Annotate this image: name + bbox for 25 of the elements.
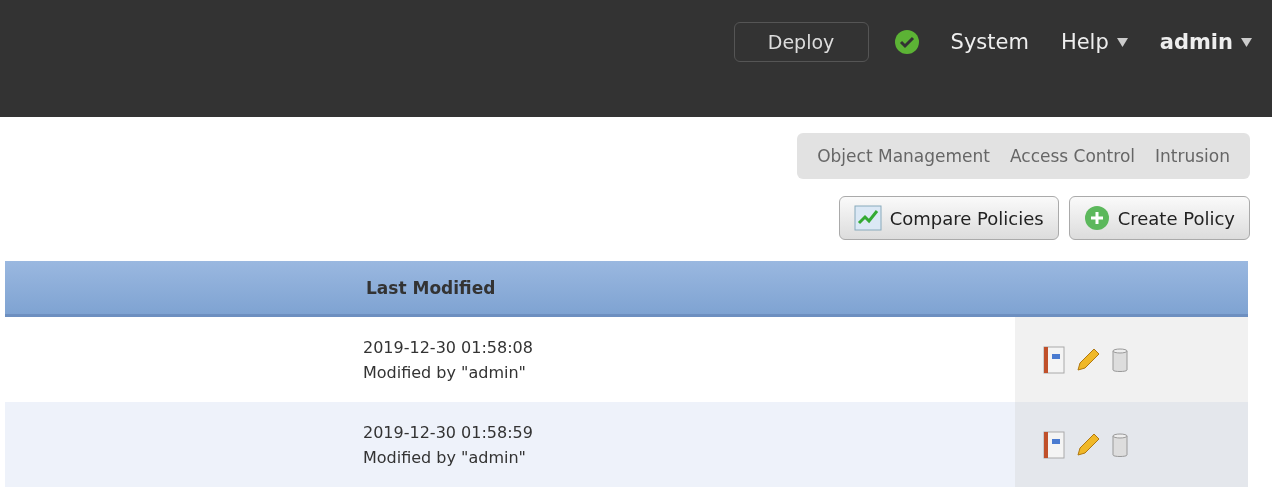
nav-link[interactable]: System [950,22,1029,62]
pencil-icon[interactable] [1075,431,1101,458]
compare-icon [853,205,882,231]
column-header: Last Modified [348,261,1015,317]
plus-icon [1083,205,1110,231]
trash-icon[interactable] [1111,431,1129,458]
pencil-icon[interactable] [1075,346,1101,373]
modified-by: Modified by "admin" [363,362,527,382]
report-icon[interactable] [1043,430,1065,459]
nav-link[interactable]: Help [1060,22,1128,62]
modified-by: Modified by "admin" [363,447,527,467]
sub-nav-link[interactable]: Object Management [817,146,990,166]
check-icon [894,30,919,54]
sub-nav-link[interactable]: Access Control [1009,146,1135,166]
create-policy-button[interactable]: Create Policy [1068,196,1250,240]
user-menu[interactable]: admin [1159,22,1252,62]
compare-policies-button[interactable]: Compare Policies [838,196,1059,240]
report-icon[interactable] [1043,345,1065,374]
modified-date: 2019-12-30 01:58:59 [363,422,534,442]
trash-icon[interactable] [1111,346,1129,373]
sub-nav-link[interactable]: Intrusion [1155,146,1230,166]
caret-icon [1116,37,1128,47]
modified-date: 2019-12-30 01:58:08 [363,337,534,357]
deploy-button[interactable]: Deploy [733,22,869,62]
caret-icon [1241,37,1252,47]
